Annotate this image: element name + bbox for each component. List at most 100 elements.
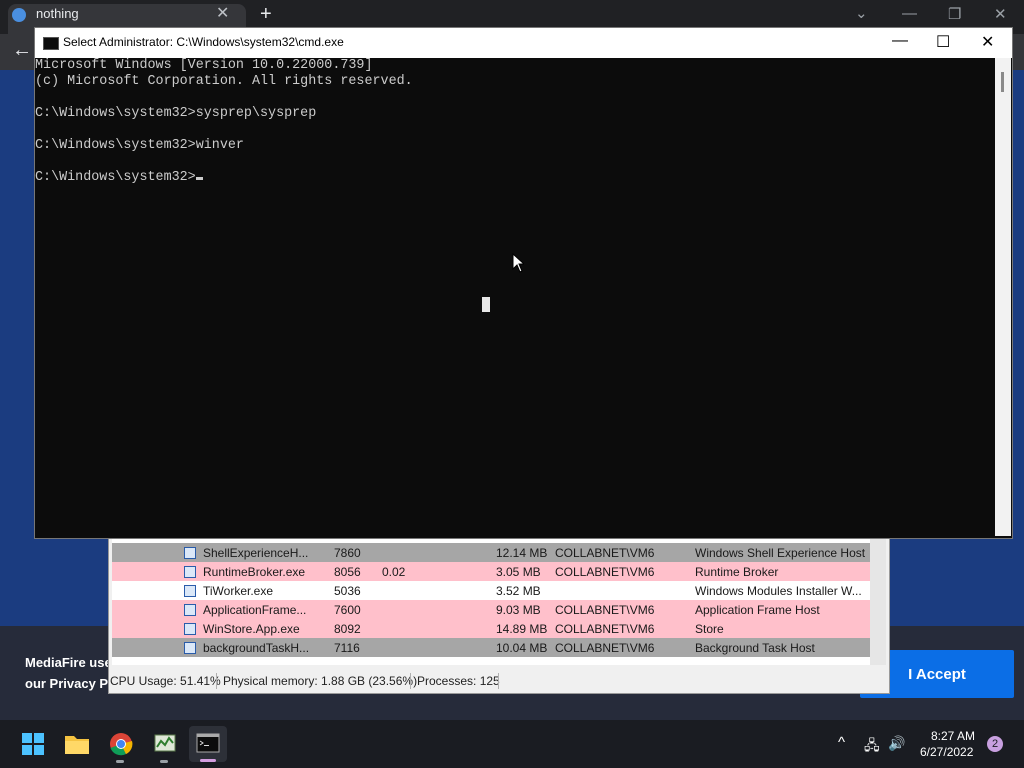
process-icon	[184, 547, 196, 559]
terminal-icon	[196, 733, 220, 753]
cmd-scrollbar[interactable]	[995, 58, 1011, 536]
process-list[interactable]: ShellExperienceH... 7860 12.14 MB COLLABNET…	[112, 537, 870, 665]
terminal-line-text: Microsoft Windows [Version 10.0.22000.73…	[35, 58, 373, 73]
process-name-cell: TiWorker.exe	[203, 584, 274, 598]
notification-badge[interactable]: 2	[987, 736, 1003, 752]
process-row[interactable]: ApplicationFrame... 7600 9.03 MB COLLABNET\…	[112, 600, 870, 619]
process-desc-cell: Application Frame Host	[695, 603, 820, 617]
chrome-running-indicator	[116, 760, 124, 763]
terminal-line: C:\Windows\system32>winver	[35, 138, 244, 154]
new-tab-button[interactable]: +	[260, 3, 272, 26]
clock-time[interactable]: 8:27 AM	[931, 729, 975, 743]
process-icon	[184, 585, 196, 597]
process-pid-cell: 5036	[334, 584, 361, 598]
process-user-cell: COLLABNET\VM6	[555, 603, 655, 617]
cmd-app-icon	[43, 37, 59, 50]
process-desc-cell: Windows Shell Experience Host	[695, 546, 866, 560]
process-pid-cell: 7116	[334, 641, 360, 655]
process-desc-cell: Store	[695, 622, 724, 636]
process-name-cell: backgroundTaskH...	[203, 641, 310, 655]
process-mem-cell: 14.89 MB	[496, 622, 548, 636]
process-icon	[184, 604, 196, 616]
process-cpu-cell: 0.02	[382, 565, 406, 579]
cmd-active-indicator	[200, 759, 216, 762]
tab-favicon-icon	[12, 8, 26, 22]
cmd-close-button[interactable]: ✕	[981, 32, 994, 52]
process-icon	[184, 642, 196, 654]
tray-overflow-chevron-icon[interactable]: ^	[838, 734, 845, 751]
process-row[interactable]: RuntimeBroker.exe 8056 0.02 3.05 MB COLLABNE…	[112, 562, 870, 581]
process-name-cell: RuntimeBroker.exe	[203, 565, 306, 579]
process-mem-cell: 12.14 MB	[496, 546, 548, 560]
terminal-line: Microsoft Windows [Version 10.0.22000.73…	[35, 58, 373, 74]
cmd-minimize-button[interactable]: —	[892, 32, 908, 50]
processes-count-status: Processes: 125	[417, 674, 500, 688]
process-pid-cell: 8056	[334, 565, 361, 579]
tab-close-icon[interactable]: ✕	[216, 3, 229, 23]
folder-icon	[65, 736, 89, 754]
process-user-cell: COLLABNET\VM6	[555, 641, 655, 655]
process-name-cell: ApplicationFrame...	[203, 603, 307, 617]
terminal-line: C:\Windows\system32>sysprep\sysprep	[35, 106, 316, 122]
process-desc-cell: Runtime Broker	[695, 565, 779, 579]
process-mem-cell: 9.03 MB	[496, 603, 541, 617]
terminal-line-text: (c) Microsoft Corporation. All rights re…	[35, 74, 413, 89]
process-user-cell: COLLABNET\VM6	[555, 622, 655, 636]
network-icon[interactable]: 🖧	[864, 735, 880, 759]
process-desc-cell: Background Task Host	[695, 641, 815, 655]
process-mem-cell: 3.05 MB	[496, 565, 541, 579]
terminal-line-text: C:\Windows\system32>	[35, 170, 196, 185]
terminal-output[interactable]: Microsoft Windows [Version 10.0.22000.73…	[35, 58, 995, 536]
tab-title: nothing	[36, 6, 79, 21]
tab-search-chevron-icon[interactable]: ⌄	[855, 4, 868, 22]
start-button[interactable]	[14, 726, 52, 762]
process-user-cell: COLLABNET\VM6	[555, 565, 655, 579]
process-list-scrollbar[interactable]	[870, 537, 886, 665]
cpu-usage-status: CPU Usage: 51.41%	[110, 674, 221, 688]
browser-restore-button[interactable]: ❐	[948, 5, 961, 23]
process-pid-cell: 7600	[334, 603, 361, 617]
banner-text-line-1: MediaFire use	[25, 655, 112, 670]
process-user-cell: COLLABNET\VM6	[555, 546, 655, 560]
process-explorer-running-indicator	[160, 760, 168, 763]
chrome-icon	[110, 733, 133, 756]
terminal-line: (c) Microsoft Corporation. All rights re…	[35, 74, 413, 90]
windows-logo-icon	[22, 733, 44, 755]
cmd-title-bar[interactable]: Select Administrator: C:\Windows\system3…	[35, 28, 1012, 58]
process-row[interactable]: backgroundTaskH... 7116 10.04 MB COLLABNET\…	[112, 638, 870, 657]
volume-icon[interactable]: 🔊	[888, 735, 905, 752]
process-status-bar: CPU Usage: 51.41% Physical memory: 1.88 …	[108, 671, 888, 691]
terminal-caret	[195, 177, 203, 180]
physical-memory-status: Physical memory: 1.88 GB (23.56%)	[223, 674, 418, 688]
banner-text-line-2[interactable]: our Privacy Po	[25, 676, 116, 691]
process-explorer-button[interactable]	[146, 726, 184, 762]
process-row[interactable]: ShellExperienceH... 7860 12.14 MB COLLABNET…	[112, 543, 870, 562]
cmd-maximize-button[interactable]: ☐	[936, 32, 950, 52]
clock-date[interactable]: 6/27/2022	[920, 745, 973, 759]
terminal-line-text: C:\Windows\system32>sysprep\sysprep	[35, 106, 317, 121]
chrome-button[interactable]	[102, 726, 140, 762]
terminal-line: C:\Windows\system32>	[35, 170, 203, 186]
process-row[interactable]: WinStore.App.exe 8092 14.89 MB COLLABNET\VM…	[112, 619, 870, 638]
process-row[interactable]: TiWorker.exe 5036 3.52 MB Windows Modules I…	[112, 581, 870, 600]
process-icon	[184, 623, 196, 635]
mouse-pointer-icon	[512, 253, 524, 273]
process-pid-cell: 7860	[334, 546, 361, 560]
text-cursor-block	[482, 297, 490, 312]
cmd-window[interactable]: Select Administrator: C:\Windows\system3…	[34, 27, 1013, 539]
process-desc-cell: Windows Modules Installer W...	[695, 584, 862, 598]
cmd-taskbar-button[interactable]	[189, 726, 227, 762]
terminal-line-text: C:\Windows\system32>winver	[35, 138, 244, 153]
back-arrow-icon[interactable]: ←	[12, 39, 32, 62]
process-explorer-icon	[154, 734, 176, 752]
browser-close-button[interactable]: ✕	[994, 5, 1007, 23]
cmd-scrollbar-thumb[interactable]	[1001, 72, 1004, 92]
process-mem-cell: 3.52 MB	[496, 584, 541, 598]
process-pid-cell: 8092	[334, 622, 361, 636]
file-explorer-button[interactable]	[58, 726, 96, 762]
cmd-title: Select Administrator: C:\Windows\system3…	[63, 35, 344, 49]
process-name-cell: WinStore.App.exe	[203, 622, 300, 636]
process-icon	[184, 566, 196, 578]
process-mem-cell: 10.04 MB	[496, 641, 548, 655]
browser-minimize-button[interactable]: —	[902, 5, 917, 22]
